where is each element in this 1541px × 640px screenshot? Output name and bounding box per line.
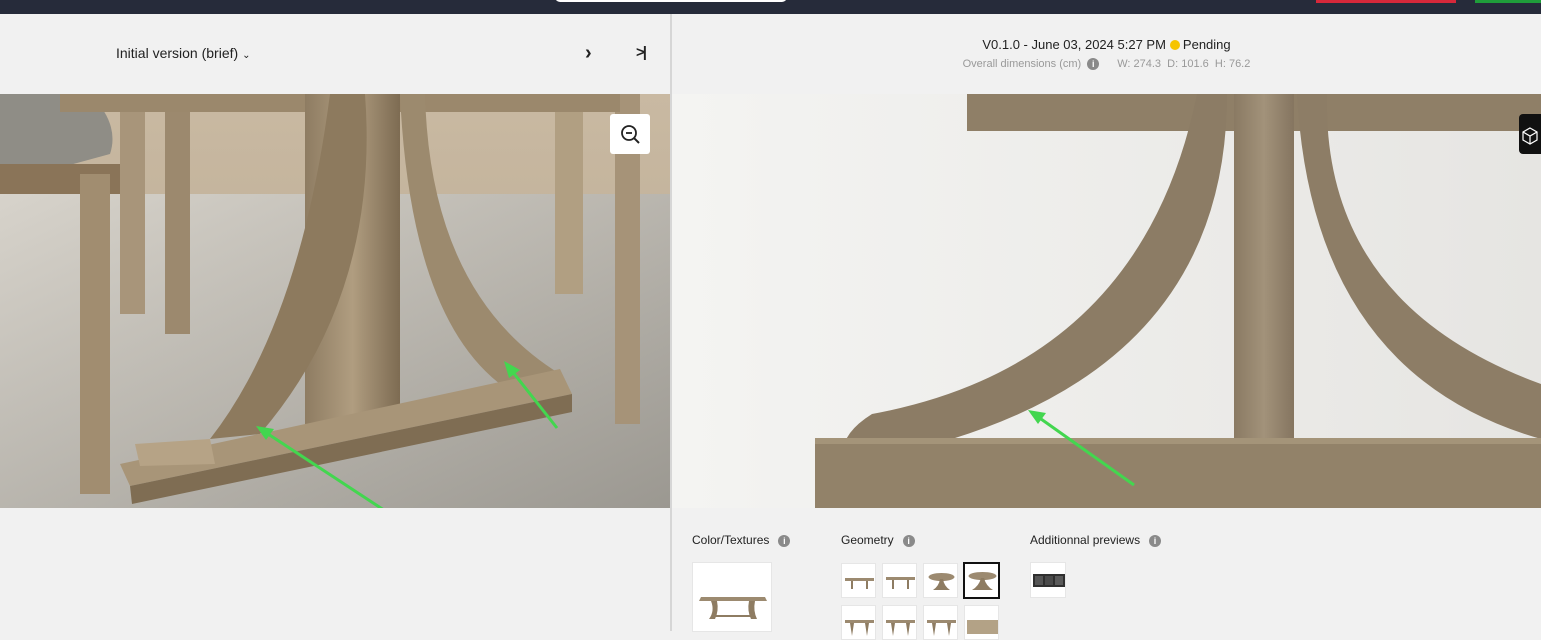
reject-button[interactable]	[1316, 0, 1456, 3]
top-app-bar	[0, 0, 1541, 14]
approve-button[interactable]	[1475, 0, 1541, 3]
status-badge: Pending	[1182, 37, 1231, 52]
geometry-thumbnail[interactable]	[923, 563, 958, 598]
geometry-thumbnail[interactable]	[882, 605, 917, 640]
geometry-thumbnail[interactable]	[923, 605, 958, 640]
zoom-out-icon	[621, 125, 640, 144]
status-dot	[1169, 40, 1180, 50]
skip-to-last-icon[interactable]: >|	[636, 44, 647, 61]
additional-previews-heading: Additionnal previews i	[1030, 533, 1162, 547]
render-preview	[672, 94, 1541, 508]
info-icon[interactable]: i	[1087, 58, 1100, 70]
version-dropdown-label: Initial version (brief)	[116, 45, 239, 61]
geometry-heading: Geometry i	[841, 533, 915, 547]
color-textures-label: Color/Textures	[692, 533, 770, 547]
render-panel: V0.1.0 - June 03, 2024 5:27 PM Pending Ov…	[672, 14, 1541, 640]
geometry-thumbnail[interactable]	[882, 563, 917, 598]
cube-3d-icon[interactable]	[1519, 114, 1541, 154]
additional-preview-thumbnail[interactable]	[1030, 562, 1066, 598]
dimension-height: H: 76.2	[1214, 58, 1251, 70]
dimension-width: W: 274.3	[1117, 58, 1162, 70]
zoom-out-button[interactable]	[610, 114, 650, 154]
geometry-thumbnail[interactable]	[841, 605, 876, 640]
geometry-label: Geometry	[841, 533, 894, 547]
geometry-thumbnail[interactable]	[841, 563, 876, 598]
dimensions-info: Overall dimensions (cm) i W: 274.3 D: 101.…	[672, 58, 1541, 70]
version-dropdown[interactable]: Initial version (brief) ⌄	[116, 45, 251, 61]
color-textures-heading: Color/Textures i	[692, 533, 791, 547]
reference-photo	[0, 94, 670, 508]
info-icon[interactable]: i	[1149, 535, 1162, 547]
texture-thumbnail[interactable]	[692, 562, 772, 632]
geometry-thumbnail[interactable]	[964, 605, 999, 640]
reference-panel: Initial version (brief) ⌄ › >|	[0, 14, 670, 631]
geometry-thumbnail-selected[interactable]	[963, 562, 1000, 599]
dimensions-label: Overall dimensions (cm)	[962, 58, 1082, 70]
version-info: V0.1.0 - June 03, 2024 5:27 PM Pending	[672, 37, 1541, 52]
info-icon[interactable]: i	[778, 535, 791, 547]
version-text: V0.1.0 - June 03, 2024 5:27 PM	[982, 37, 1166, 52]
info-icon[interactable]: i	[902, 535, 915, 547]
dimension-depth: D: 101.6	[1167, 58, 1209, 70]
search-pill[interactable]	[555, 0, 787, 2]
additional-previews-label: Additionnal previews	[1030, 533, 1141, 547]
chevron-down-icon: ⌄	[242, 50, 251, 61]
chevron-right-icon[interactable]: ›	[585, 42, 592, 65]
